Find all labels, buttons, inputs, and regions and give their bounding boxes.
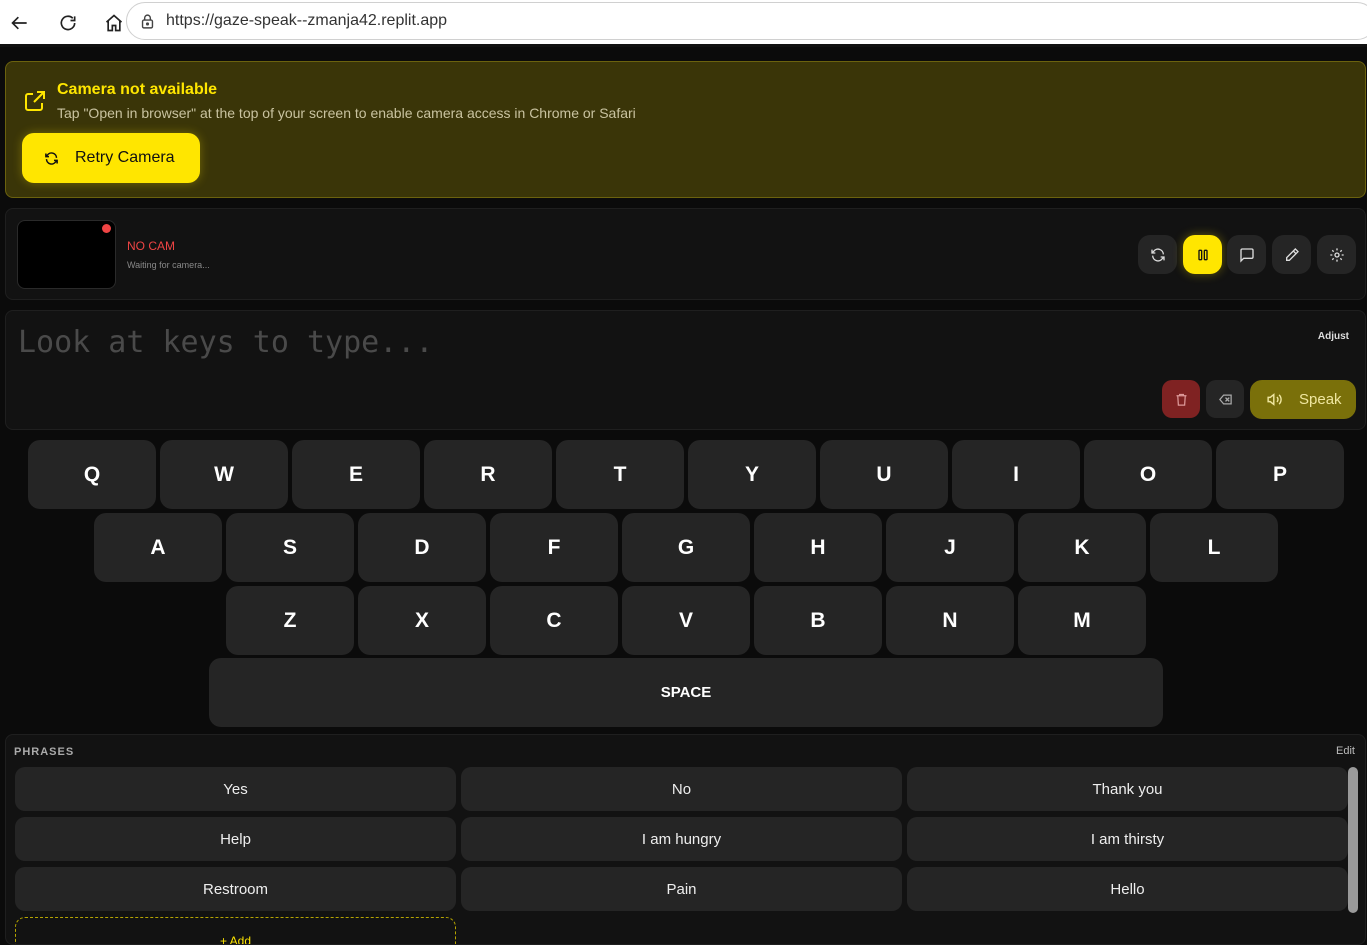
key-t[interactable]: T	[556, 440, 684, 509]
url-text: https://gaze-speak--zmanja42.replit.app	[166, 12, 448, 29]
key-v[interactable]: V	[622, 586, 750, 655]
key-w[interactable]: W	[160, 440, 288, 509]
key-n[interactable]: N	[886, 586, 1014, 655]
phrase-hello[interactable]: Hello	[907, 867, 1348, 911]
pause-icon	[1197, 249, 1208, 260]
alert-title: Camera not available	[57, 81, 218, 98]
backspace-icon	[1218, 394, 1232, 404]
back-arrow-icon[interactable]	[0, 0, 40, 46]
speak-button[interactable]: Speak	[1250, 380, 1356, 419]
retry-camera-label: Retry Camera	[75, 149, 175, 166]
edit-button[interactable]	[1272, 235, 1311, 274]
camera-substatus: Waiting for camera...	[127, 260, 210, 270]
camera-status-bar: NO CAM Waiting for camera...	[5, 208, 1366, 300]
add-phrase-button[interactable]: + Add	[15, 917, 456, 944]
camera-alert-banner: Camera not available Tap "Open in browse…	[5, 61, 1366, 198]
camera-status: NO CAM	[127, 239, 175, 253]
key-h[interactable]: H	[754, 513, 882, 582]
key-y[interactable]: Y	[688, 440, 816, 509]
gear-icon	[1329, 247, 1344, 262]
key-d[interactable]: D	[358, 513, 486, 582]
reload-icon[interactable]	[48, 0, 88, 46]
recalibrate-button[interactable]	[1138, 235, 1177, 274]
phrases-scrollbar[interactable]	[1348, 767, 1358, 913]
key-o[interactable]: O	[1084, 440, 1212, 509]
toolbar-divider	[0, 44, 1367, 47]
retry-camera-button[interactable]: Retry Camera	[22, 133, 200, 183]
key-m[interactable]: M	[1018, 586, 1146, 655]
clear-text-button[interactable]	[1162, 380, 1200, 418]
pencil-icon	[1285, 247, 1299, 261]
phrase-pain[interactable]: Pain	[461, 867, 902, 911]
phrase-help[interactable]: Help	[15, 817, 456, 861]
phrase-restroom[interactable]: Restroom	[15, 867, 456, 911]
recording-indicator	[102, 224, 111, 233]
phrase-i-am-thirsty[interactable]: I am thirsty	[907, 817, 1348, 861]
key-i[interactable]: I	[952, 440, 1080, 509]
phrases-panel: PHRASES Edit Yes No Thank you Help I am …	[5, 734, 1366, 945]
camera-preview	[17, 220, 116, 289]
key-j[interactable]: J	[886, 513, 1014, 582]
key-q[interactable]: Q	[28, 440, 156, 509]
external-link-icon	[25, 91, 45, 111]
phrase-yes[interactable]: Yes	[15, 767, 456, 811]
key-space[interactable]: SPACE	[209, 658, 1163, 727]
phrases-toggle-button[interactable]	[1227, 235, 1266, 274]
phrases-edit-button[interactable]: Edit	[1336, 745, 1355, 757]
backspace-button[interactable]	[1206, 380, 1244, 418]
phrases-title: PHRASES	[14, 746, 75, 758]
key-a[interactable]: A	[94, 513, 222, 582]
key-f[interactable]: F	[490, 513, 618, 582]
message-square-icon	[1239, 247, 1254, 263]
key-k[interactable]: K	[1018, 513, 1146, 582]
lock-icon	[141, 13, 154, 29]
pause-button[interactable]	[1183, 235, 1222, 274]
alert-message: Tap "Open in browser" at the top of your…	[57, 105, 636, 121]
phrase-i-am-hungry[interactable]: I am hungry	[461, 817, 902, 861]
phrase-thank-you[interactable]: Thank you	[907, 767, 1348, 811]
phrase-no[interactable]: No	[461, 767, 902, 811]
key-p[interactable]: P	[1216, 440, 1344, 509]
address-bar[interactable]: https://gaze-speak--zmanja42.replit.app	[126, 2, 1367, 40]
browser-toolbar: https://gaze-speak--zmanja42.replit.app	[0, 0, 1367, 46]
refresh-icon	[45, 151, 58, 165]
speaker-icon	[1267, 393, 1282, 406]
key-l[interactable]: L	[1150, 513, 1278, 582]
typed-text-placeholder: Look at keys to type...	[18, 325, 434, 360]
key-x[interactable]: X	[358, 586, 486, 655]
trash-icon	[1176, 393, 1186, 406]
key-e[interactable]: E	[292, 440, 420, 509]
speak-label: Speak	[1299, 391, 1342, 408]
key-g[interactable]: G	[622, 513, 750, 582]
adjust-button[interactable]: Adjust	[1318, 331, 1349, 342]
key-s[interactable]: S	[226, 513, 354, 582]
key-b[interactable]: B	[754, 586, 882, 655]
settings-button[interactable]	[1317, 235, 1356, 274]
key-r[interactable]: R	[424, 440, 552, 509]
text-composer[interactable]: Look at keys to type... Adjust Speak	[5, 310, 1366, 430]
key-u[interactable]: U	[820, 440, 948, 509]
refresh-icon	[1150, 247, 1165, 262]
key-c[interactable]: C	[490, 586, 618, 655]
key-z[interactable]: Z	[226, 586, 354, 655]
